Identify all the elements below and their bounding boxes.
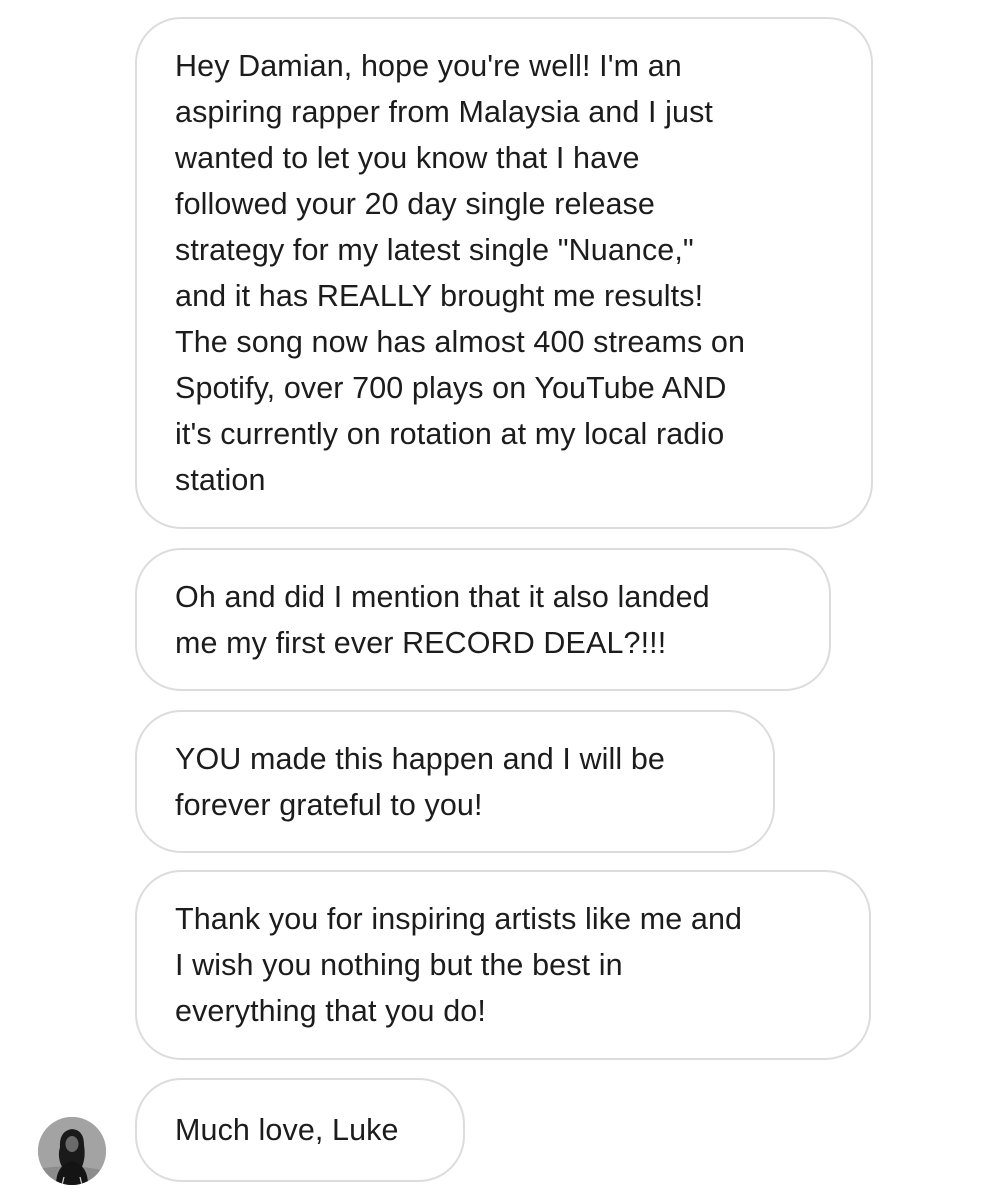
message-text-line: it's currently on rotation at my local r…	[175, 417, 725, 451]
message-bubble[interactable]: YOU made this happen and I will be forev…	[135, 710, 775, 853]
message-bubble[interactable]: Oh and did I mention that it also landed…	[135, 548, 831, 691]
message-text-line: followed your 20 day single release	[175, 187, 655, 221]
message-text-line: Hey Damian, hope you're well! I'm an	[175, 49, 682, 83]
message-text-line: I wish you nothing but the best in	[175, 948, 623, 982]
message-bubble[interactable]: Hey Damian, hope you're well! I'm an asp…	[135, 17, 873, 529]
message-text-line: YOU made this happen and I will be	[175, 741, 665, 776]
message-bubble[interactable]: Much love, Luke	[135, 1078, 465, 1182]
message-text-line: Thank you for inspiring artists like me …	[175, 902, 743, 936]
profile-photo-avatar-icon	[38, 1117, 106, 1185]
message-text-line: The song now has almost 400 streams on	[175, 325, 746, 359]
message-text-line: aspiring rapper from Malaysia and I just	[175, 95, 713, 129]
message-text-line: station	[175, 463, 266, 497]
message-text-line: Much love, Luke	[175, 1113, 399, 1147]
message-text-line: strategy for my latest single "Nuance,"	[175, 233, 694, 267]
message-text-line: me my first ever RECORD DEAL?!!!	[175, 625, 667, 660]
message-bubble[interactable]: Thank you for inspiring artists like me …	[135, 870, 871, 1060]
message-text-line: Oh and did I mention that it also landed	[175, 579, 710, 614]
message-text-line: and it has REALLY brought me results!	[175, 279, 704, 313]
sender-avatar[interactable]	[38, 1117, 106, 1185]
message-text-line: Spotify, over 700 plays on YouTube AND	[175, 371, 727, 405]
message-text-line: wanted to let you know that I have	[175, 141, 640, 175]
message-thread: Hey Damian, hope you're well! I'm an asp…	[0, 0, 1000, 1196]
message-text-line: everything that you do!	[175, 994, 486, 1028]
message-text-line: forever grateful to you!	[175, 787, 483, 822]
